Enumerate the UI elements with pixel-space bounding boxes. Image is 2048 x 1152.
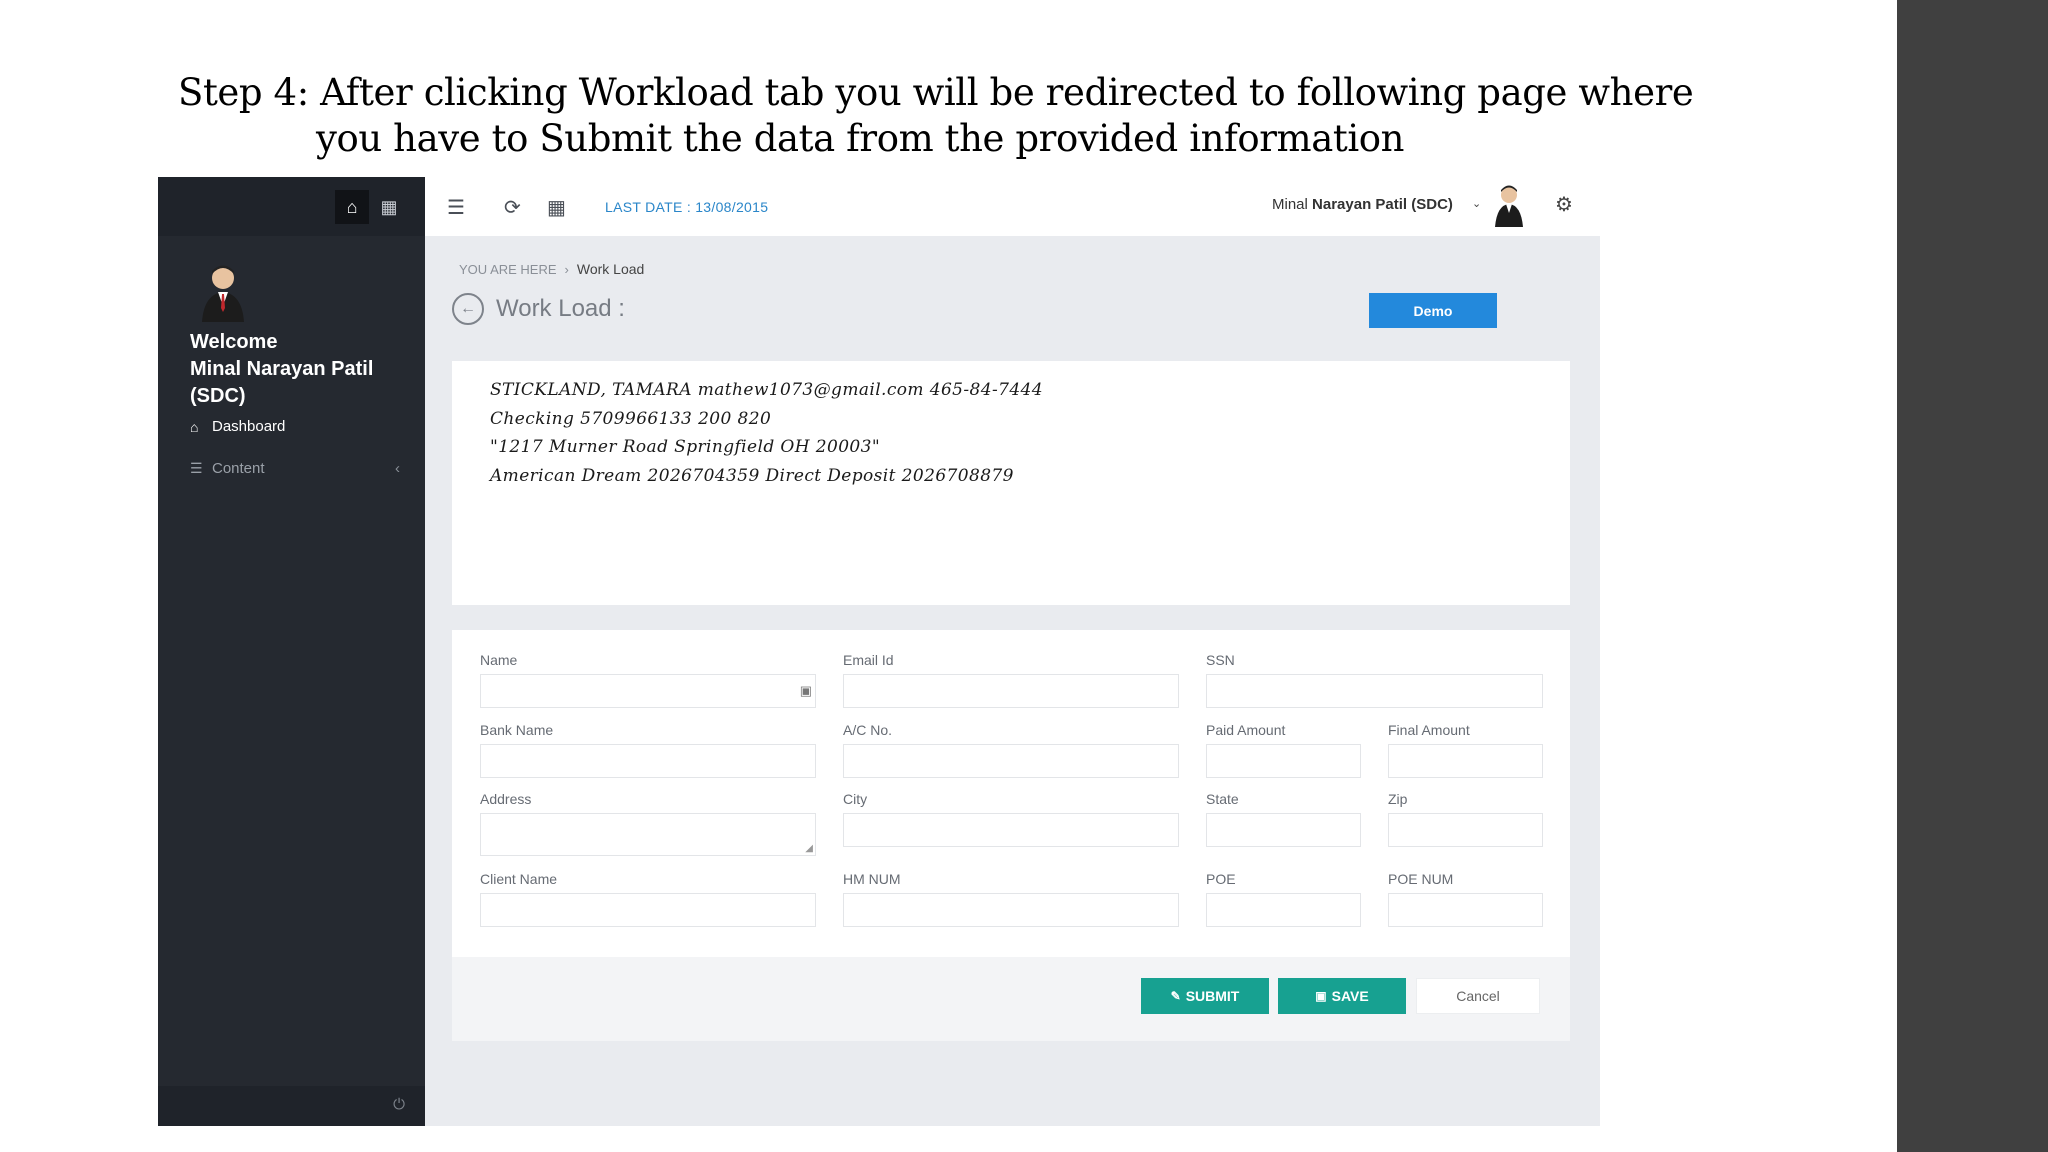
- city-label: City: [843, 791, 868, 807]
- info-line: "1217 Murner Road Springfield OH 20003": [490, 437, 881, 457]
- user-first-name: Minal: [1272, 196, 1308, 213]
- page-title: Work Load :: [496, 295, 625, 322]
- list-icon: ☰: [190, 460, 203, 476]
- welcome-user-name: Minal Narayan Patil (SDC): [190, 358, 374, 407]
- state-input[interactable]: [1206, 813, 1361, 847]
- grid-icon[interactable]: ▦: [372, 190, 406, 224]
- sidebar-item-content[interactable]: ☰ Content ‹: [190, 460, 400, 477]
- final-amount-input[interactable]: [1388, 744, 1543, 778]
- hm-num-label: HM NUM: [843, 871, 901, 887]
- ssn-label: SSN: [1206, 652, 1235, 668]
- back-arrow-icon[interactable]: ←: [452, 293, 484, 325]
- info-line: Checking 5709966133 200 820: [490, 409, 772, 429]
- bank-name-label: Bank Name: [480, 722, 554, 738]
- contact-card-icon[interactable]: ▣: [800, 683, 812, 699]
- save-label: SAVE: [1331, 988, 1369, 1004]
- slide-side-bar: [1897, 0, 2048, 1152]
- state-label: State: [1206, 791, 1239, 807]
- name-input[interactable]: ▣: [480, 674, 816, 708]
- info-image-panel: STICKLAND, TAMARA mathew1073@gmail.com 4…: [452, 361, 1570, 605]
- heading-line-2: you have to Submit the data from the pro…: [316, 117, 1405, 160]
- zip-input[interactable]: [1388, 813, 1543, 847]
- sidebar-item-label: Content: [212, 460, 265, 477]
- city-input[interactable]: [843, 813, 1179, 847]
- poe-num-label: POE NUM: [1388, 871, 1454, 887]
- demo-button[interactable]: Demo: [1369, 293, 1497, 328]
- zip-label: Zip: [1388, 791, 1408, 807]
- final-amount-label: Final Amount: [1388, 722, 1470, 738]
- save-button[interactable]: ▣ SAVE: [1278, 978, 1406, 1014]
- page-title-row: ← Work Load :: [452, 293, 625, 325]
- sidebar-header: ⌂ ▦: [158, 177, 425, 236]
- submit-button[interactable]: ✎ SUBMIT: [1141, 978, 1269, 1014]
- hm-num-input[interactable]: [843, 893, 1179, 927]
- edit-icon: ✎: [1170, 989, 1181, 1003]
- apps-grid-icon[interactable]: ▦: [547, 195, 566, 220]
- account-number-input[interactable]: [843, 744, 1179, 778]
- heading-line-1: Step 4: After clicking Workload tab you …: [178, 71, 1694, 114]
- breadcrumb-prefix: YOU ARE HERE: [459, 262, 557, 277]
- home-icon: ⌂: [190, 418, 199, 435]
- welcome-label: Welcome: [190, 331, 278, 353]
- chevron-down-icon[interactable]: ⌄: [1472, 197, 1481, 210]
- workload-form: Name ▣ Email Id SSN Bank Name A/C No. Pa…: [452, 630, 1570, 1041]
- sidebar-item-label: Dashboard: [212, 418, 286, 435]
- sidebar-footer: ⏻: [158, 1086, 425, 1126]
- poe-num-input[interactable]: [1388, 893, 1543, 927]
- top-bar: ☰ ⟳ ▦ LAST DATE : 13/08/2015 Minal Naray…: [425, 177, 1600, 236]
- welcome-block: Welcome Minal Narayan Patil (SDC): [190, 329, 410, 410]
- account-number-label: A/C No.: [843, 722, 893, 738]
- bank-name-input[interactable]: [480, 744, 816, 778]
- email-field[interactable]: [843, 674, 1179, 708]
- paid-amount-label: Paid Amount: [1206, 722, 1286, 738]
- cancel-button[interactable]: Cancel: [1416, 978, 1540, 1014]
- slide-heading: Step 4: After clicking Workload tab you …: [178, 70, 1738, 162]
- gear-icon[interactable]: ⚙: [1555, 192, 1573, 217]
- name-label: Name: [480, 652, 518, 668]
- breadcrumb-current[interactable]: Work Load: [577, 261, 644, 277]
- chevron-left-icon: ‹: [395, 460, 400, 477]
- sidebar-item-dashboard[interactable]: ⌂ Dashboard: [190, 418, 400, 435]
- user-menu[interactable]: Minal Narayan Patil (SDC): [1272, 196, 1453, 213]
- paid-amount-input[interactable]: [1206, 744, 1361, 778]
- menu-icon[interactable]: ☰: [447, 195, 465, 220]
- breadcrumb-separator-icon: ›: [564, 262, 569, 277]
- user-rest-name: Narayan Patil (SDC): [1312, 196, 1453, 213]
- poe-label: POE: [1206, 871, 1236, 887]
- info-line: STICKLAND, TAMARA mathew1073@gmail.com 4…: [490, 380, 1043, 400]
- poe-input[interactable]: [1206, 893, 1361, 927]
- refresh-icon[interactable]: ⟳: [504, 195, 521, 220]
- last-date: LAST DATE : 13/08/2015: [605, 199, 769, 215]
- client-name-label: Client Name: [480, 871, 558, 887]
- power-icon[interactable]: ⏻: [393, 1096, 405, 1113]
- breadcrumb: YOU ARE HERE › Work Load: [459, 261, 644, 277]
- resize-handle-icon[interactable]: ◢: [805, 843, 813, 854]
- address-label: Address: [480, 791, 532, 807]
- floppy-disk-icon: ▣: [1315, 989, 1327, 1003]
- avatar[interactable]: [1493, 183, 1525, 227]
- home-icon[interactable]: ⌂: [335, 190, 369, 224]
- ssn-input[interactable]: [1206, 674, 1543, 708]
- sidebar: ⌂ ▦ Welcome Minal Narayan Patil (SDC) ⌂ …: [158, 177, 425, 1126]
- info-line: American Dream 2026704359 Direct Deposit…: [490, 466, 1014, 486]
- email-label: Email Id: [843, 652, 894, 668]
- client-name-input[interactable]: [480, 893, 816, 927]
- submit-label: SUBMIT: [1185, 988, 1240, 1004]
- avatar: [202, 265, 244, 322]
- address-textarea[interactable]: ◢: [480, 813, 816, 856]
- app-screenshot: ⌂ ▦ Welcome Minal Narayan Patil (SDC) ⌂ …: [158, 177, 1600, 1126]
